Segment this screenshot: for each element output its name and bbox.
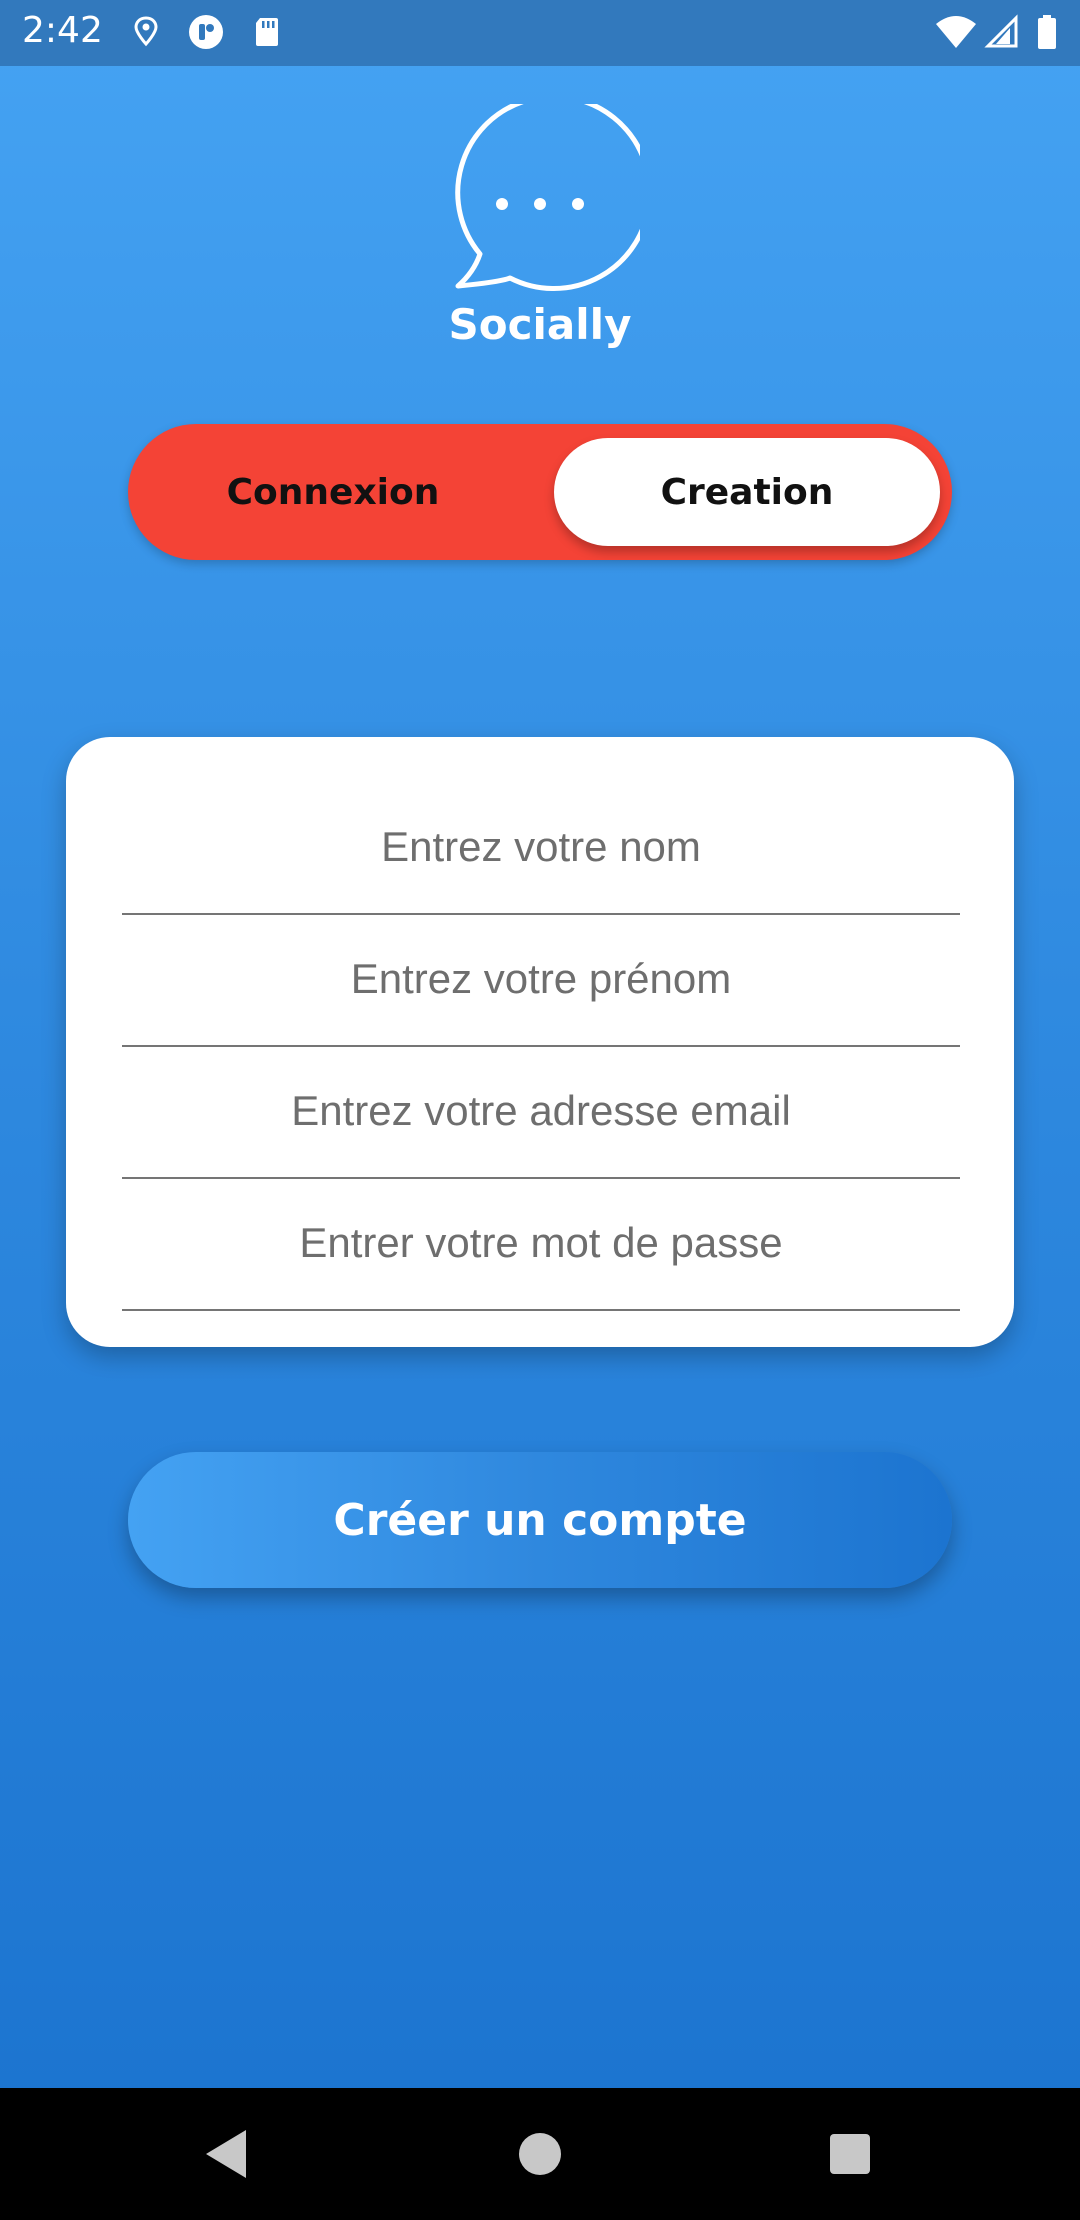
tab-connexion[interactable]: Connexion (128, 424, 538, 560)
location-pin-icon (134, 16, 158, 47)
app-notification-icon (189, 15, 223, 49)
auth-mode-toggle: Connexion Creation (128, 424, 952, 560)
screen: 2:42 Socially Connexion Creation Entrez … (0, 0, 1080, 2220)
password-field-container (122, 1177, 960, 1311)
wifi-icon (936, 16, 976, 48)
back-icon[interactable] (196, 2124, 256, 2184)
chat-bubble-icon (455, 104, 640, 292)
prenom-input[interactable] (122, 913, 960, 1045)
email-field-container (122, 1045, 960, 1179)
create-account-button[interactable]: Créer un compte (128, 1452, 952, 1588)
home-icon[interactable] (510, 2124, 570, 2184)
brand-name: Socially (448, 300, 632, 349)
sd-card-icon (256, 18, 278, 46)
nom-input[interactable] (122, 781, 960, 913)
navigation-bar (0, 2088, 1080, 2220)
nom-field-container (122, 781, 960, 915)
battery-icon (1038, 15, 1056, 49)
signal-icon (984, 14, 1018, 48)
email-input[interactable] (122, 1045, 960, 1177)
status-bar: 2:42 (0, 0, 1080, 66)
tab-creation[interactable]: Creation (554, 438, 940, 546)
recents-icon[interactable] (820, 2124, 880, 2184)
prenom-field-container (122, 913, 960, 1047)
signup-form-card (66, 737, 1014, 1347)
password-input[interactable] (122, 1177, 960, 1309)
status-time: 2:42 (22, 10, 103, 51)
